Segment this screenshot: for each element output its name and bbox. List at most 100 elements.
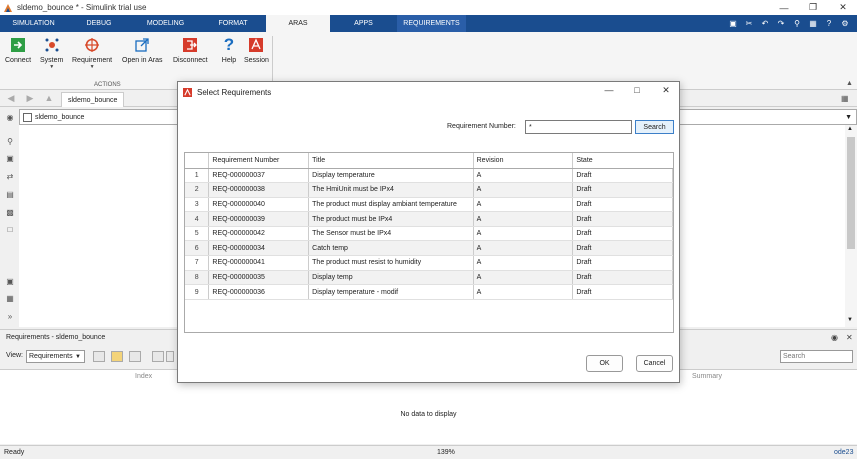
disconnect-button[interactable]: Disconnect xyxy=(173,36,208,64)
simulink-app-icon xyxy=(4,3,12,12)
column-title[interactable]: Title xyxy=(308,153,474,169)
requirements-table: Requirement Number Title Revision State … xyxy=(184,152,674,333)
restore-icon[interactable]: ❐ xyxy=(799,0,827,15)
undo-icon[interactable]: ↶ xyxy=(759,18,771,30)
column-requirement-number[interactable]: Requirement Number xyxy=(208,153,310,169)
panel-search-input[interactable]: Search xyxy=(780,350,853,363)
view-select[interactable]: Requirements ▼ xyxy=(26,350,85,363)
arrows-icon[interactable]: ⇄ xyxy=(5,172,15,182)
tab-menu-icon[interactable]: ▦ xyxy=(841,94,849,103)
model-icon xyxy=(23,112,32,122)
system-icon xyxy=(43,36,61,54)
tab-format[interactable]: FORMAT xyxy=(200,15,266,32)
open-folder-icon[interactable] xyxy=(111,351,123,362)
scroll-up-icon[interactable]: ▲ xyxy=(847,126,853,132)
camera-icon[interactable]: ▣ xyxy=(5,277,15,287)
column-state[interactable]: State xyxy=(572,153,673,169)
empty-message: No data to display xyxy=(400,411,457,418)
tab-aras[interactable]: ARAS xyxy=(266,15,330,32)
annotation-icon[interactable]: ▤ xyxy=(5,190,15,200)
table-row[interactable]: 2 REQ-000000038 The HmiUnit must be IPx4… xyxy=(185,182,673,198)
window-titlebar: sldemo_bounce * - Simulink trial use — ❐… xyxy=(0,0,857,15)
view-label: View: xyxy=(6,352,23,359)
connect-icon xyxy=(9,36,27,54)
scroll-down-icon[interactable]: ▼ xyxy=(847,317,853,323)
up-icon[interactable]: ▲ xyxy=(43,93,55,105)
fit-view-icon[interactable]: ▣ xyxy=(5,154,15,164)
column-summary[interactable]: Summary xyxy=(692,373,722,380)
scrollbar-thumb[interactable] xyxy=(847,137,855,249)
help-icon: ? xyxy=(223,35,235,54)
expand-icon[interactable]: » xyxy=(5,312,15,322)
forward-icon[interactable]: ▶ xyxy=(24,93,36,105)
aras-icon xyxy=(183,87,192,97)
help-circle-icon[interactable]: ? xyxy=(823,18,835,30)
model-browser-icon[interactable]: ◉ xyxy=(5,113,15,123)
minimize-icon[interactable]: — xyxy=(770,0,798,15)
column-index[interactable]: Index xyxy=(135,373,152,380)
table-row[interactable]: 8 REQ-000000035 Display temp A Draft xyxy=(185,270,673,286)
cancel-button[interactable]: Cancel xyxy=(636,355,673,372)
add-requirement-icon[interactable] xyxy=(93,351,105,362)
settings-icon[interactable]: ⚙ xyxy=(839,18,851,30)
left-toolbar: ◉ ⚲ ▣ ⇄ ▤ ▩ □ ▣ ▦ » xyxy=(0,109,19,327)
quick-access-toolbar: ▣ ✂ ↶ ↷ ⚲ ▦ ? ⚙ xyxy=(727,15,851,32)
back-icon[interactable]: ◀ xyxy=(5,93,17,105)
search-button[interactable]: Search xyxy=(635,120,674,134)
table-row[interactable]: 9 REQ-000000036 Display temperature - mo… xyxy=(185,284,673,300)
panel-options-icon[interactable]: ◉ xyxy=(831,333,838,342)
zoom-level: 139% xyxy=(437,449,455,456)
property-inspector-icon[interactable]: ▦ xyxy=(5,294,15,304)
tab-debug[interactable]: DEBUG xyxy=(67,15,131,32)
system-button[interactable]: System ▼ xyxy=(40,36,63,70)
copy-icon[interactable] xyxy=(152,351,164,362)
tab-apps[interactable]: APPS xyxy=(330,15,397,32)
help-button[interactable]: ? Help xyxy=(220,35,238,64)
table-row[interactable]: 4 REQ-000000039 The product must be IPx4… xyxy=(185,211,673,227)
breadcrumb-dropdown-icon[interactable]: ▼ xyxy=(845,114,852,121)
cut-icon[interactable]: ✂ xyxy=(743,18,755,30)
dialog-close-icon[interactable]: ✕ xyxy=(659,85,673,96)
image-icon[interactable]: ▩ xyxy=(5,208,15,218)
model-tab[interactable]: sldemo_bounce xyxy=(61,92,125,107)
status-ready: Ready xyxy=(4,449,25,456)
save-icon[interactable] xyxy=(129,351,141,362)
solver-link[interactable]: ode23 xyxy=(834,449,853,456)
ribbon-separator xyxy=(272,36,273,86)
window-title: sldemo_bounce * - Simulink trial use xyxy=(17,3,147,12)
chevron-down-icon: ▼ xyxy=(75,353,81,360)
vertical-scrollbar[interactable]: ▲ ▼ xyxy=(845,125,857,327)
save-icon[interactable]: ▣ xyxy=(727,18,739,30)
disconnect-icon xyxy=(181,36,199,54)
collapse-ribbon-icon[interactable]: ▲ xyxy=(846,80,853,87)
tab-modeling[interactable]: MODELING xyxy=(131,15,200,32)
redo-icon[interactable]: ↷ xyxy=(775,18,787,30)
ok-button[interactable]: OK xyxy=(586,355,623,372)
open-in-aras-button[interactable]: Open in Aras xyxy=(122,36,162,64)
tab-requirements[interactable]: REQUIREMENTS xyxy=(397,15,466,32)
breadcrumb-label[interactable]: sldemo_bounce xyxy=(35,114,84,121)
column-revision[interactable]: Revision xyxy=(473,153,574,169)
dialog-minimize-icon[interactable]: — xyxy=(602,85,616,95)
area-icon[interactable]: □ xyxy=(5,225,15,235)
req-number-input[interactable]: * xyxy=(525,120,632,134)
table-row[interactable]: 7 REQ-000000041 The product must resist … xyxy=(185,255,673,271)
connect-button[interactable]: Connect xyxy=(5,36,31,64)
session-button[interactable]: Session xyxy=(244,36,269,64)
table-header-row: Requirement Number Title Revision State xyxy=(185,153,673,169)
grid-icon[interactable]: ▦ xyxy=(807,18,819,30)
requirement-button[interactable]: Requirement ▼ xyxy=(72,36,112,70)
table-row[interactable]: 1 REQ-000000037 Display temperature A Dr… xyxy=(185,168,673,184)
zoom-icon[interactable]: ⚲ xyxy=(5,137,15,147)
paste-icon[interactable] xyxy=(166,351,174,362)
table-row[interactable]: 3 REQ-000000040 The product must display… xyxy=(185,197,673,213)
table-row[interactable]: 5 REQ-000000042 The Sensor must be IPx4 … xyxy=(185,226,673,242)
tab-simulation[interactable]: SIMULATION xyxy=(0,15,67,32)
status-bar: Ready 139% ode23 xyxy=(0,445,857,459)
search-icon[interactable]: ⚲ xyxy=(791,18,803,30)
row-number-header xyxy=(185,153,210,169)
dialog-maximize-icon[interactable]: □ xyxy=(630,85,644,95)
table-row[interactable]: 6 REQ-000000034 Catch temp A Draft xyxy=(185,240,673,257)
close-window-icon[interactable]: ✕ xyxy=(829,0,857,15)
panel-close-icon[interactable]: ✕ xyxy=(846,333,853,342)
